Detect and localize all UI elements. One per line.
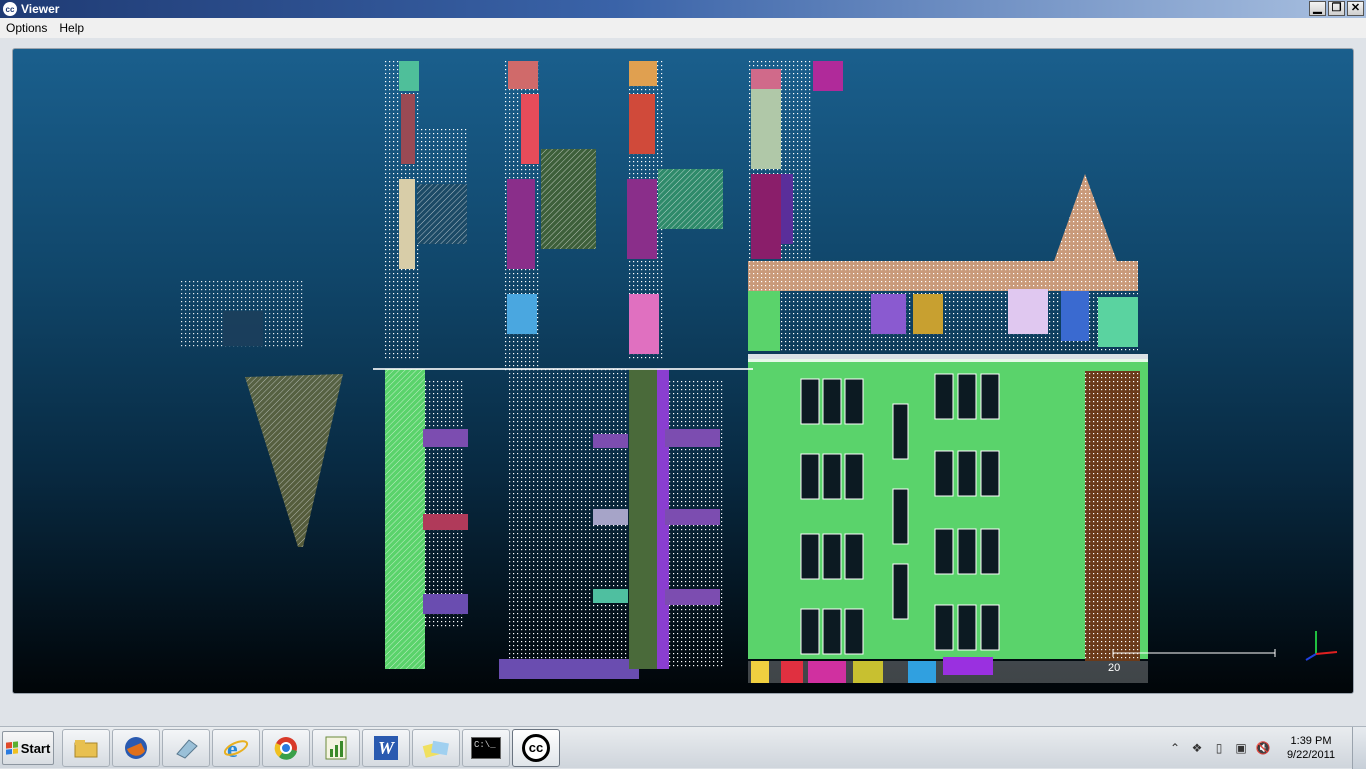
scale-label: 20 [1108, 662, 1121, 674]
left-fragment [181, 279, 343, 547]
taskbar: Start e W C:\_ cc ⌃ ❖ ▯ ▣ 🔇 1:39 PM 9/22… [0, 726, 1366, 769]
clock[interactable]: 1:39 PM 9/22/2011 [1278, 734, 1344, 762]
explorer-icon-glyph [74, 740, 98, 758]
cc-icon-glyph: cc [522, 734, 550, 762]
svg-text:e: e [227, 737, 238, 761]
word-icon[interactable]: W [362, 729, 410, 767]
show-hidden-icons-icon[interactable]: ⌃ [1167, 740, 1183, 756]
clock-time: 1:39 PM [1290, 735, 1332, 747]
menu-help[interactable]: Help [53, 21, 90, 35]
clock-date: 9/22/2011 [1286, 749, 1336, 761]
window-title: Viewer [21, 2, 60, 16]
system-tray: ⌃ ❖ ▯ ▣ 🔇 1:39 PM 9/22/2011 [1164, 727, 1366, 769]
title-bar: cc Viewer ▁ ❐ ✕ [0, 0, 1366, 18]
word-icon-glyph: W [374, 736, 398, 760]
menu-bar: Options Help [0, 18, 1366, 38]
start-button[interactable]: Start [2, 731, 54, 765]
tower-4 [748, 61, 843, 261]
chart-app-icon[interactable] [312, 729, 360, 767]
app-icon: cc [3, 2, 17, 16]
window-controls: ▁ ❐ ✕ [1309, 1, 1364, 16]
cloudcompare-icon[interactable]: cc [512, 729, 560, 767]
chrome-icon[interactable] [262, 729, 310, 767]
windows-flag-icon [5, 741, 18, 755]
internet-explorer-icon[interactable]: e [212, 729, 260, 767]
point-cloud [181, 61, 1338, 683]
restore-button[interactable]: ❐ [1328, 1, 1345, 16]
explorer-icon[interactable] [62, 729, 110, 767]
minimize-button[interactable]: ▁ [1309, 1, 1326, 16]
folders-icon[interactable] [412, 729, 460, 767]
volume-muted-icon[interactable]: 🔇 [1255, 740, 1271, 756]
usb-device-icon[interactable]: ▯ [1211, 740, 1227, 756]
xyz-axes-icon [1305, 631, 1338, 661]
3d-viewport[interactable]: 20 [12, 48, 1354, 694]
menu-options[interactable]: Options [0, 21, 53, 35]
start-label: Start [20, 740, 51, 756]
firefox-icon[interactable] [112, 729, 160, 767]
show-desktop-button[interactable] [1352, 727, 1366, 769]
tower-3 [627, 61, 724, 669]
main-facade [748, 354, 1148, 683]
close-button[interactable]: ✕ [1347, 1, 1364, 16]
command-prompt-icon[interactable]: C:\_ [462, 729, 510, 767]
cmd-icon-glyph: C:\_ [471, 737, 501, 759]
network-icon[interactable]: ▣ [1233, 740, 1249, 756]
tower-1 [385, 61, 468, 669]
network-share-icon[interactable]: ❖ [1189, 740, 1205, 756]
eraser-app-icon[interactable] [162, 729, 210, 767]
